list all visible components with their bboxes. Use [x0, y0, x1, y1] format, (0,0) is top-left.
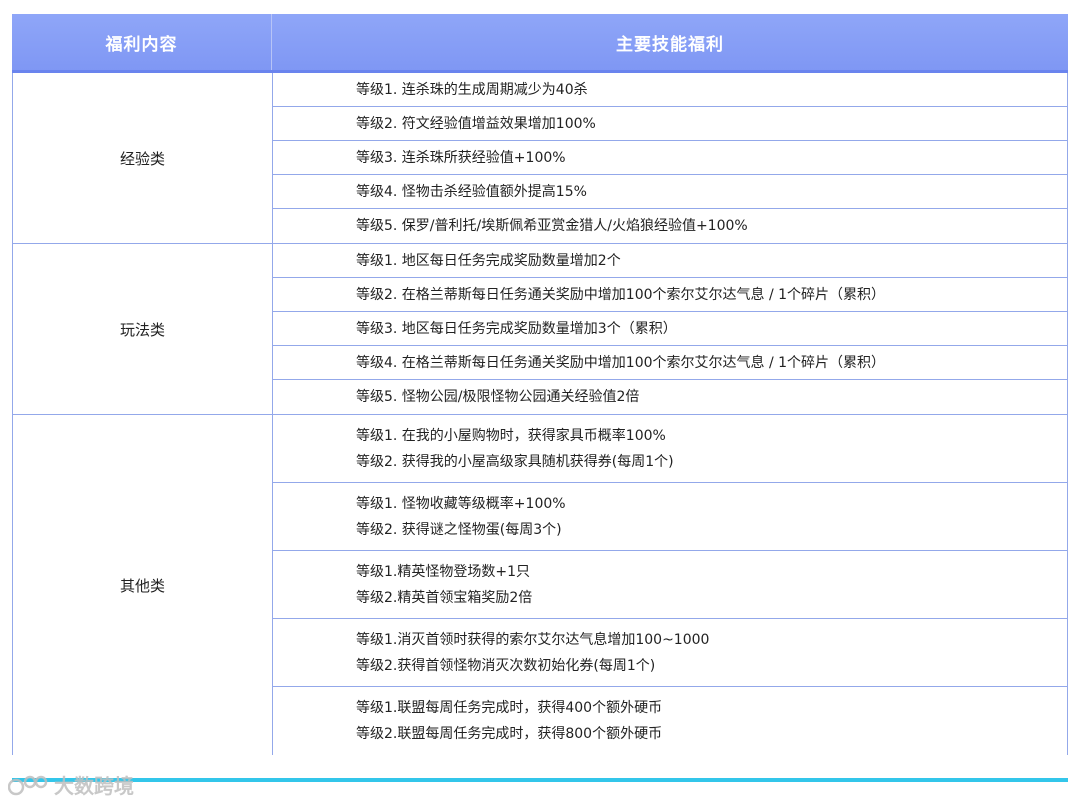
benefit-row: 等级2. 在格兰蒂斯每日任务通关奖励中增加100个索尔艾尔达气息 / 1个碎片（…: [273, 278, 1067, 312]
benefit-line: 等级2. 在格兰蒂斯每日任务通关奖励中增加100个索尔艾尔达气息 / 1个碎片（…: [356, 286, 886, 303]
category-label: 其他类: [13, 415, 273, 755]
category-label: 经验类: [13, 73, 273, 243]
category-label: 玩法类: [13, 244, 273, 414]
benefit-row: 等级1.消灭首领时获得的索尔艾尔达气息增加100~1000 等级2.获得首领怪物消…: [273, 619, 1067, 687]
benefit-row: 等级1.联盟每周任务完成时，获得400个额外硬币 等级2.联盟每周任务完成时，获得…: [273, 687, 1067, 755]
benefit-line: 等级1.精英怪物登场数+1只: [356, 563, 530, 580]
benefit-line: 等级2.获得首领怪物消灭次数初始化券(每周1个): [356, 657, 656, 674]
benefit-row: 等级4. 在格兰蒂斯每日任务通关奖励中增加100个索尔艾尔达气息 / 1个碎片（…: [273, 346, 1067, 380]
benefit-line: 等级3. 连杀珠所获经验值+100%: [356, 149, 566, 166]
benefit-row: 等级3. 地区每日任务完成奖励数量增加3个（累积）: [273, 312, 1067, 346]
benefit-line: 等级3. 地区每日任务完成奖励数量增加3个（累积）: [356, 320, 677, 337]
benefit-row: 等级1.精英怪物登场数+1只 等级2.精英首领宝箱奖励2倍: [273, 551, 1067, 619]
benefit-row: 等级1. 地区每日任务完成奖励数量增加2个: [273, 244, 1067, 278]
benefit-line: 等级4. 在格兰蒂斯每日任务通关奖励中增加100个索尔艾尔达气息 / 1个碎片（…: [356, 354, 886, 371]
benefit-row: 等级1. 怪物收藏等级概率+100% 等级2. 获得谜之怪物蛋(每周3个): [273, 483, 1067, 551]
benefits-table: 福利内容 主要技能福利 经验类 等级1. 连杀珠的生成周期减少为40杀 等级2. 符…: [12, 14, 1068, 755]
benefit-line: 等级1.消灭首领时获得的索尔艾尔达气息增加100~1000: [356, 631, 710, 648]
benefit-line: 等级2. 获得谜之怪物蛋(每周3个): [356, 521, 562, 538]
benefit-line: 等级2. 获得我的小屋高级家具随机获得券(每周1个): [356, 453, 674, 470]
bottom-accent-bar: [12, 778, 1068, 782]
benefit-line: 等级1. 在我的小屋购物时，获得家具币概率100%: [356, 427, 666, 444]
benefit-rows: 等级1. 连杀珠的生成周期减少为40杀 等级2. 符文经验值增益效果增加100% 等…: [273, 73, 1067, 243]
benefit-rows: 等级1. 在我的小屋购物时，获得家具币概率100% 等级2. 获得我的小屋高级家具…: [273, 415, 1067, 755]
category-group: 其他类 等级1. 在我的小屋购物时，获得家具币概率100% 等级2. 获得我的小屋高…: [13, 415, 1067, 755]
benefit-row: 等级3. 连杀珠所获经验值+100%: [273, 141, 1067, 175]
benefit-line: 等级1.联盟每周任务完成时，获得400个额外硬币: [356, 700, 663, 716]
table-body: 经验类 等级1. 连杀珠的生成周期减少为40杀 等级2. 符文经验值增益效果增加10…: [12, 73, 1068, 755]
benefit-line: 等级1. 连杀珠的生成周期减少为40杀: [356, 81, 588, 98]
header-benefit-content: 福利内容: [12, 14, 272, 70]
benefit-row: 等级1. 在我的小屋购物时，获得家具币概率100% 等级2. 获得我的小屋高级家具…: [273, 415, 1067, 483]
watermark-text: 大数跨境: [54, 774, 134, 798]
benefit-line: 等级1. 怪物收藏等级概率+100%: [356, 495, 566, 512]
header-main-skill-benefits: 主要技能福利: [616, 34, 724, 55]
table-header: 福利内容 主要技能福利: [12, 14, 1068, 73]
benefit-line: 等级2.精英首领宝箱奖励2倍: [356, 589, 533, 606]
benefit-row: 等级2. 符文经验值增益效果增加100%: [273, 107, 1067, 141]
category-group: 经验类 等级1. 连杀珠的生成周期减少为40杀 等级2. 符文经验值增益效果增加10…: [13, 73, 1067, 244]
benefit-rows: 等级1. 地区每日任务完成奖励数量增加2个等级2. 在格兰蒂斯每日任务通关奖励中…: [273, 244, 1067, 414]
benefit-row: 等级4. 怪物击杀经验值额外提高15%: [273, 175, 1067, 209]
watermark: 大数跨境: [8, 770, 134, 799]
benefit-line: 等级2.联盟每周任务完成时，获得800个额外硬币: [356, 726, 663, 742]
benefit-row: 等级5. 怪物公园/极限怪物公园通关经验值2倍: [273, 380, 1067, 414]
benefit-line: 等级4. 怪物击杀经验值额外提高15%: [356, 183, 587, 200]
benefit-line: 等级2. 符文经验值增益效果增加100%: [356, 115, 596, 132]
benefit-row: 等级5. 保罗/普利托/埃斯佩希亚赏金猎人/火焰狼经验值+100%: [273, 209, 1067, 243]
category-group: 玩法类 等级1. 地区每日任务完成奖励数量增加2个 等级2. 在格兰蒂斯每日任务通关…: [13, 244, 1067, 415]
benefit-line: 等级1. 地区每日任务完成奖励数量增加2个: [356, 252, 621, 269]
watermark-logo-icon: [8, 775, 48, 795]
benefit-row: 等级1. 连杀珠的生成周期减少为40杀: [273, 73, 1067, 107]
benefit-line: 等级5. 怪物公园/极限怪物公园通关经验值2倍: [356, 389, 640, 405]
benefit-line: 等级5. 保罗/普利托/埃斯佩希亚赏金猎人/火焰狼经验值+100%: [356, 218, 748, 234]
